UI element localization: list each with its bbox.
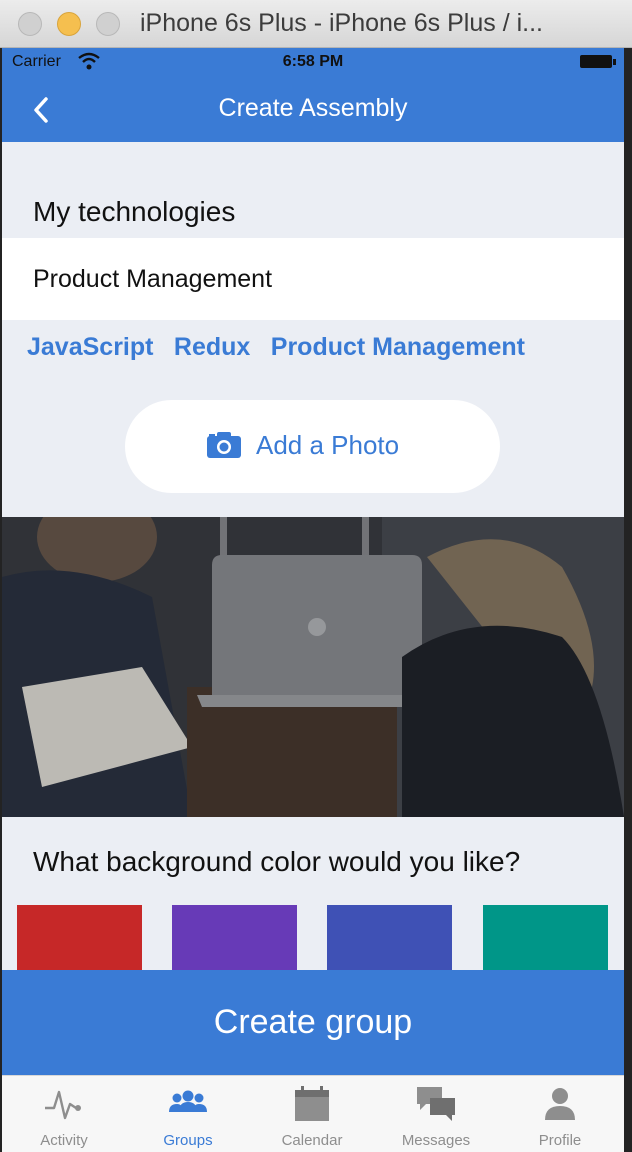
technology-tags: JavaScript Redux Product Management	[27, 333, 541, 362]
window-maximize-button[interactable]	[96, 12, 120, 36]
color-swatch-teal[interactable]	[483, 905, 608, 971]
simulator-title-bar: iPhone 6s Plus - iPhone 6s Plus / i...	[0, 0, 632, 48]
activity-icon	[45, 1090, 81, 1120]
background-window-edge	[624, 48, 632, 1152]
tab-groups[interactable]: Groups	[126, 1076, 250, 1152]
tab-label: Messages	[401, 1132, 471, 1149]
tab-bar: Activity Groups Calendar Messages Profil…	[2, 1075, 624, 1152]
color-swatch-purple[interactable]	[172, 905, 297, 971]
tab-label: Calendar	[281, 1132, 343, 1149]
technologies-label: My technologies	[33, 196, 236, 227]
window-close-button[interactable]	[18, 12, 42, 36]
technologies-input[interactable]	[2, 238, 624, 320]
create-group-button[interactable]: Create group	[2, 970, 624, 1075]
profile-icon	[545, 1088, 575, 1120]
background-color-question: What background color would you like?	[33, 846, 521, 877]
messages-icon	[417, 1087, 455, 1121]
window-title: iPhone 6s Plus - iPhone 6s Plus / i...	[140, 9, 543, 37]
tab-profile[interactable]: Profile	[498, 1076, 622, 1152]
phone-screen: Carrier 6:58 PM Create Assembly My techn…	[2, 48, 624, 1152]
color-swatch-indigo[interactable]	[327, 905, 452, 971]
tag-javascript[interactable]: JavaScript	[27, 333, 153, 362]
status-time: 6:58 PM	[282, 53, 344, 70]
groups-icon	[169, 1090, 207, 1112]
calendar-icon	[295, 1086, 329, 1121]
group-photo	[2, 517, 624, 817]
tab-calendar[interactable]: Calendar	[250, 1076, 374, 1152]
tab-label: Profile	[538, 1132, 582, 1149]
add-photo-button[interactable]: Add a Photo	[125, 400, 500, 493]
tab-activity[interactable]: Activity	[2, 1076, 126, 1152]
navigation-bar: Create Assembly	[2, 76, 624, 142]
window-minimize-button[interactable]	[57, 12, 81, 36]
tab-label: Groups	[163, 1132, 213, 1149]
tab-label: Activity	[40, 1132, 88, 1149]
status-bar: Carrier 6:58 PM	[2, 48, 624, 76]
camera-icon	[207, 432, 241, 458]
tag-redux[interactable]: Redux	[174, 333, 250, 362]
tab-messages[interactable]: Messages	[374, 1076, 498, 1152]
color-swatch-red[interactable]	[17, 905, 142, 971]
tag-product-management[interactable]: Product Management	[271, 333, 525, 362]
add-photo-label: Add a Photo	[256, 430, 400, 460]
battery-icon	[580, 55, 616, 68]
page-title: Create Assembly	[218, 94, 408, 122]
